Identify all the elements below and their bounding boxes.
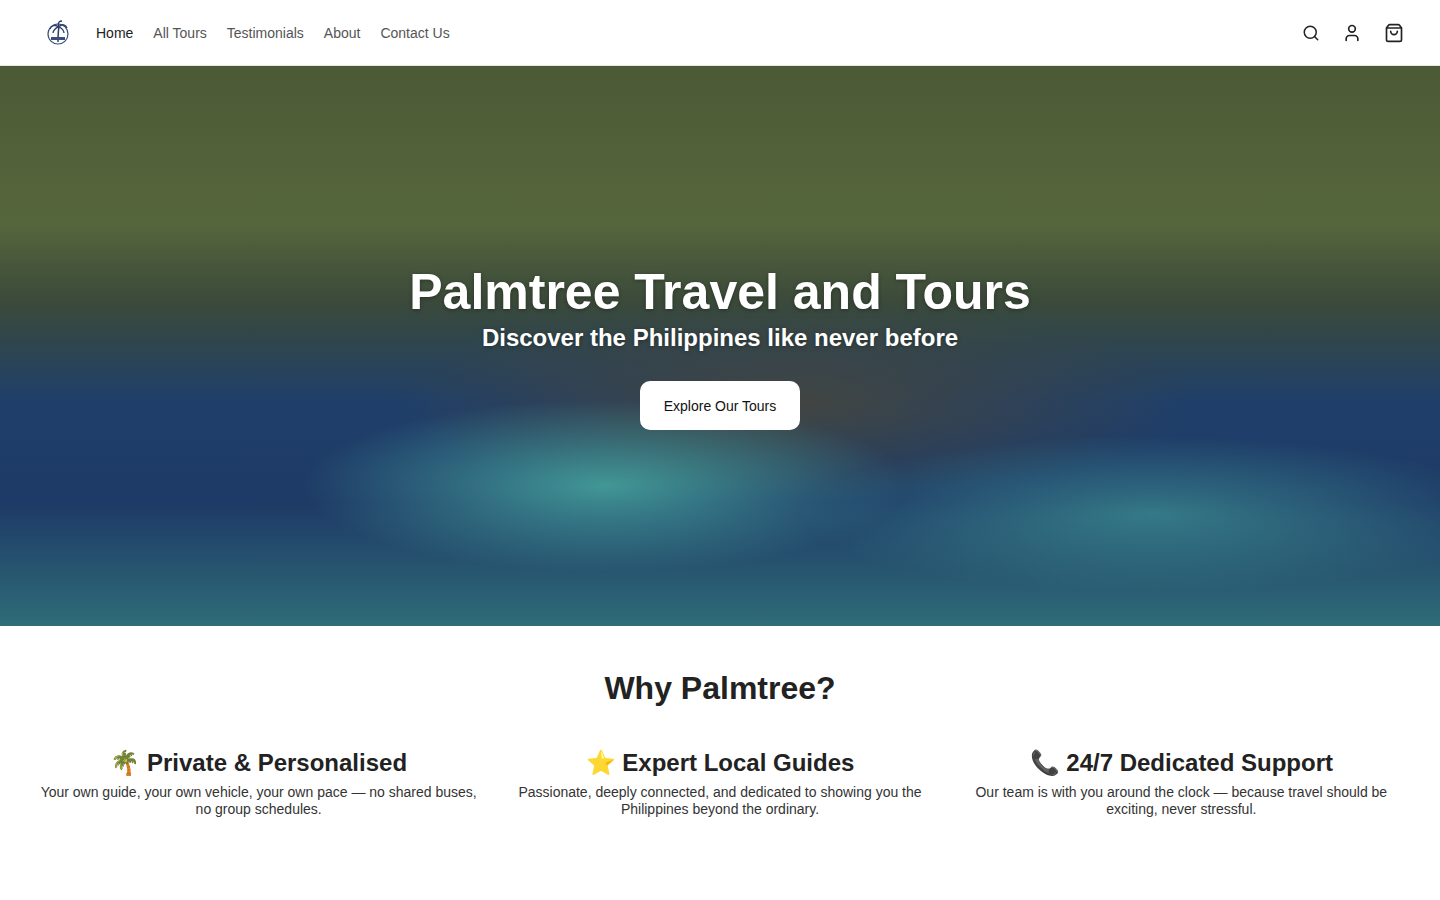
site-header: Home All Tours Testimonials About Contact Us	[0, 0, 1440, 66]
feature-grid: 🌴 Private & Personalised Your own guide, …	[40, 749, 1400, 819]
cart-button[interactable]	[1384, 23, 1404, 43]
feature-text: Your own guide, your own vehicle, your o…	[40, 784, 477, 819]
explore-button[interactable]: Explore Our Tours	[640, 381, 801, 430]
nav-link[interactable]: Home	[96, 25, 133, 41]
logo[interactable]	[46, 20, 70, 46]
palm-logo-icon	[46, 20, 70, 46]
nav-link[interactable]: Testimonials	[227, 25, 304, 41]
hero-title: Palmtree Travel and Tours	[409, 262, 1031, 322]
bag-icon	[1384, 23, 1404, 43]
search-button[interactable]	[1302, 24, 1320, 42]
feature-text: Our team is with you around the clock — …	[963, 784, 1400, 819]
account-button[interactable]	[1342, 23, 1362, 43]
feature-card: 🌴 Private & Personalised Your own guide, …	[40, 749, 477, 819]
main-nav: Home All Tours Testimonials About Contact Us	[96, 25, 1302, 41]
feature-title: 🌴 Private & Personalised	[110, 749, 407, 778]
why-section: Why Palmtree? 🌴 Private & Personalised You…	[0, 626, 1440, 879]
feature-title: 📞 24/7 Dedicated Support	[1030, 749, 1333, 778]
search-icon	[1302, 24, 1320, 42]
hero-banner: Palmtree Travel and ToursDiscover the Ph…	[0, 66, 1440, 626]
feature-card: 📞 24/7 Dedicated Support Our team is with…	[963, 749, 1400, 819]
nav-link[interactable]: Contact Us	[380, 25, 449, 41]
user-icon	[1342, 23, 1362, 43]
section-title: Why Palmtree?	[604, 670, 835, 707]
hero-subtitle: Discover the Philippines like never befo…	[482, 322, 958, 353]
feature-title: ⭐ Expert Local Guides	[586, 749, 855, 778]
feature-text: Passionate, deeply connected, and dedica…	[501, 784, 938, 819]
nav-link[interactable]: About	[324, 25, 361, 41]
feature-card: ⭐ Expert Local Guides Passionate, deeply …	[501, 749, 938, 819]
nav-link[interactable]: All Tours	[153, 25, 206, 41]
